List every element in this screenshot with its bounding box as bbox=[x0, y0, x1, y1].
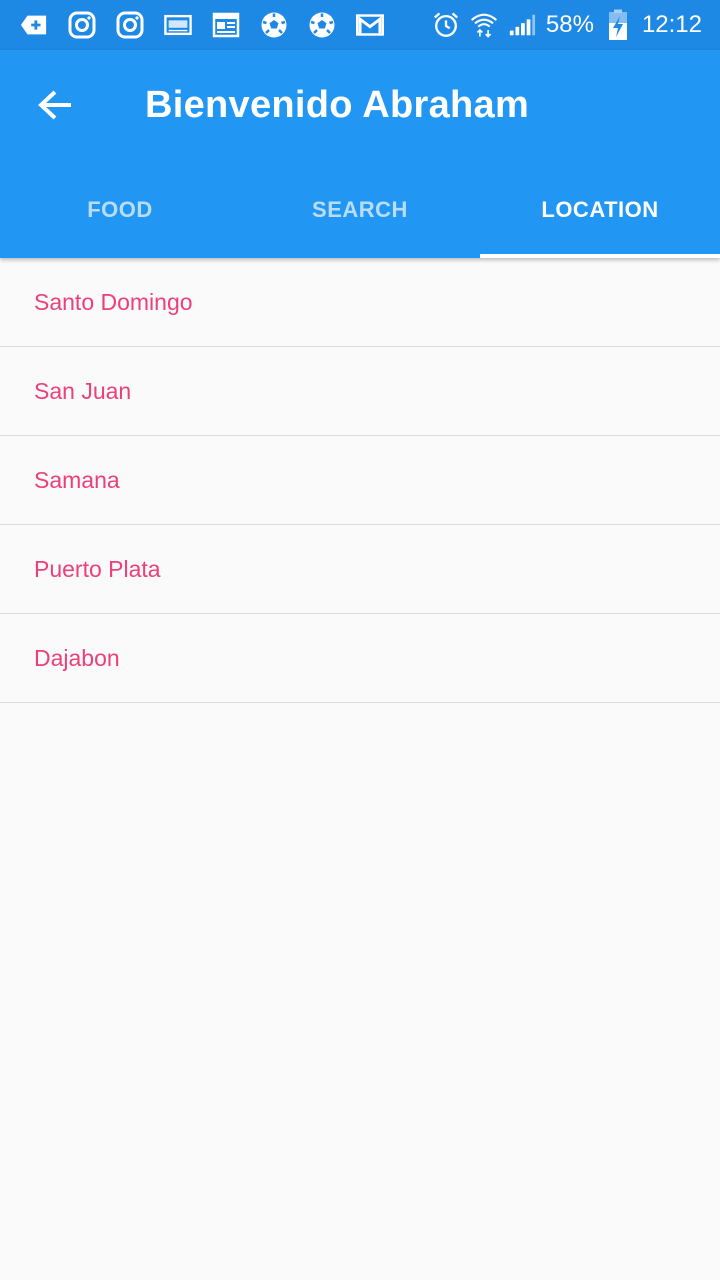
list-item[interactable]: Santo Domingo bbox=[0, 258, 720, 347]
battery-charging-icon bbox=[604, 9, 632, 40]
news-icon bbox=[212, 11, 240, 39]
location-list: Santo Domingo San Juan Samana Puerto Pla… bbox=[0, 258, 720, 703]
tab-food[interactable]: FOOD bbox=[0, 162, 240, 258]
battery-percent: 58% bbox=[545, 11, 594, 38]
list-item[interactable]: San Juan bbox=[0, 347, 720, 436]
gmail-icon bbox=[356, 11, 384, 39]
instagram-icon bbox=[116, 11, 144, 39]
list-item[interactable]: Puerto Plata bbox=[0, 525, 720, 614]
list-item[interactable]: Samana bbox=[0, 436, 720, 525]
signal-icon bbox=[508, 11, 536, 39]
tab-location[interactable]: LOCATION bbox=[480, 162, 720, 258]
soccer-ball-icon bbox=[260, 11, 288, 39]
notification-icons bbox=[20, 11, 384, 39]
soccer-ball-icon bbox=[308, 11, 336, 39]
add-app-icon bbox=[20, 11, 48, 39]
page-title: Bienvenido Abraham bbox=[145, 84, 530, 126]
tab-bar: FOOD SEARCH LOCATION bbox=[0, 162, 720, 258]
back-button[interactable] bbox=[20, 78, 90, 136]
list-item[interactable]: Dajabon bbox=[0, 614, 720, 703]
alarm-icon bbox=[432, 11, 460, 39]
tab-search[interactable]: SEARCH bbox=[240, 162, 480, 258]
arrow-back-icon bbox=[37, 89, 73, 126]
clock: 12:12 bbox=[641, 11, 702, 38]
app-bar: Bienvenido Abraham FOOD SEARCH LOCATION bbox=[0, 50, 720, 258]
wifi-icon bbox=[470, 11, 498, 39]
instagram-icon bbox=[68, 11, 96, 39]
screenshot-icon bbox=[164, 11, 192, 39]
status-bar: 58% 12:12 bbox=[0, 0, 720, 50]
